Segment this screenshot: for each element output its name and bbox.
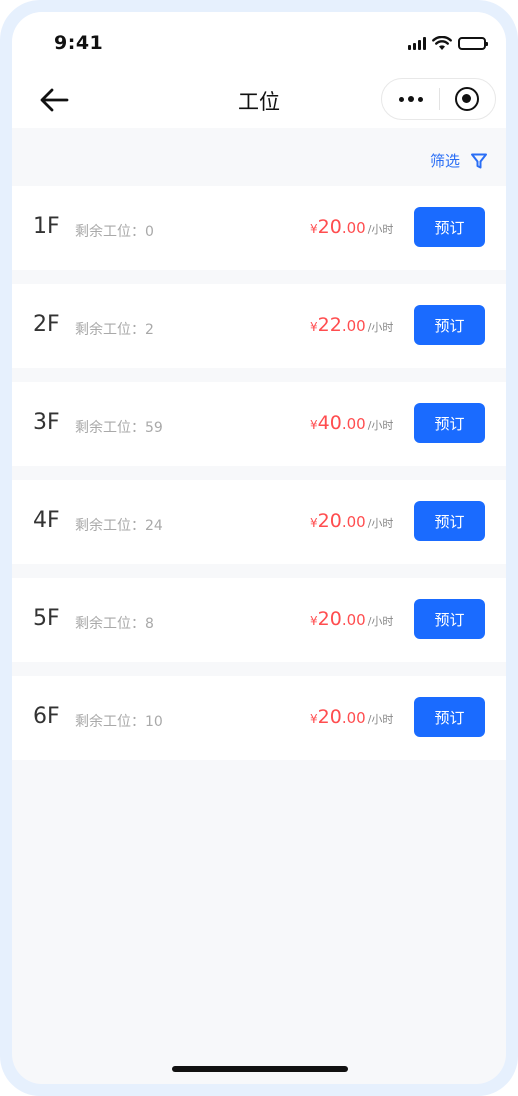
workstation-list: 1F 剩余工位：0 ¥20.00/小时 预订 2F 剩余工位：2 ¥22.00/… xyxy=(12,186,506,774)
floor-label: 3F xyxy=(33,410,60,435)
floor-label: 1F xyxy=(33,214,60,239)
mini-program-capsule xyxy=(381,78,496,120)
book-button[interactable]: 预订 xyxy=(414,305,485,345)
screen: 9:41 工位 筛选 1F 剩余工位：0 ¥20.00 /小时 预订 2F 剩余… xyxy=(12,12,506,1084)
remaining-seats: 剩余工位：0 xyxy=(75,224,154,240)
book-button[interactable]: 预订 xyxy=(414,403,485,443)
more-icon[interactable] xyxy=(382,79,439,119)
book-button[interactable]: 预订 xyxy=(414,599,485,639)
floor-label: 4F xyxy=(33,508,60,533)
filter-funnel-icon xyxy=(471,153,487,168)
wifi-icon xyxy=(432,35,452,50)
price: ¥22.00/小时 xyxy=(310,314,394,336)
price: ¥20.00/小时 xyxy=(310,608,394,630)
list-item: 6F 剩余工位：10 ¥20.00/小时 预订 xyxy=(12,676,506,760)
remaining-seats: 剩余工位：2 xyxy=(75,322,154,338)
book-button[interactable]: 预订 xyxy=(414,501,485,541)
list-item: 2F 剩余工位：2 ¥22.00/小时 预订 xyxy=(12,284,506,368)
floor-label: 2F xyxy=(33,312,60,337)
capsule-divider xyxy=(439,88,440,110)
battery-icon xyxy=(458,36,488,50)
status-time: 9:41 xyxy=(54,32,104,54)
list-item: 5F 剩余工位：8 ¥20.00/小时 预订 xyxy=(12,578,506,662)
list-item: 1F 剩余工位：0 ¥20.00/小时 预订 xyxy=(12,186,506,270)
remaining-seats: 剩余工位：24 xyxy=(75,518,163,534)
close-target-icon[interactable] xyxy=(455,87,479,111)
filter-button[interactable]: 筛选 xyxy=(430,150,488,171)
book-button[interactable]: 预订 xyxy=(414,697,485,737)
list-item: 3F 剩余工位：59 ¥40.00/小时 预订 xyxy=(12,382,506,466)
price: ¥20.00/小时 xyxy=(310,706,394,728)
home-indicator[interactable] xyxy=(172,1066,348,1072)
price: ¥20.00/小时 xyxy=(310,510,394,532)
remaining-seats: 剩余工位：8 xyxy=(75,616,154,632)
nav-bar: 工位 xyxy=(12,72,506,128)
list-item: 4F 剩余工位：24 ¥20.00/小时 预订 xyxy=(12,480,506,564)
status-bar: 9:41 xyxy=(12,12,506,72)
signal-icon xyxy=(408,36,426,50)
price: ¥20.00/小时 xyxy=(310,216,394,238)
device-frame: 9:41 工位 筛选 1F 剩余工位：0 ¥20.00 /小时 预订 2F 剩余… xyxy=(0,0,518,1096)
floor-label: 6F xyxy=(33,704,60,729)
filter-label: 筛选 xyxy=(429,152,460,170)
remaining-seats: 剩余工位：59 xyxy=(75,420,163,436)
floor-label: 5F xyxy=(33,606,60,631)
status-icons xyxy=(408,35,488,51)
book-button[interactable]: 预订 xyxy=(414,207,485,247)
price: ¥40.00/小时 xyxy=(310,412,394,434)
remaining-seats: 剩余工位：10 xyxy=(75,714,163,730)
